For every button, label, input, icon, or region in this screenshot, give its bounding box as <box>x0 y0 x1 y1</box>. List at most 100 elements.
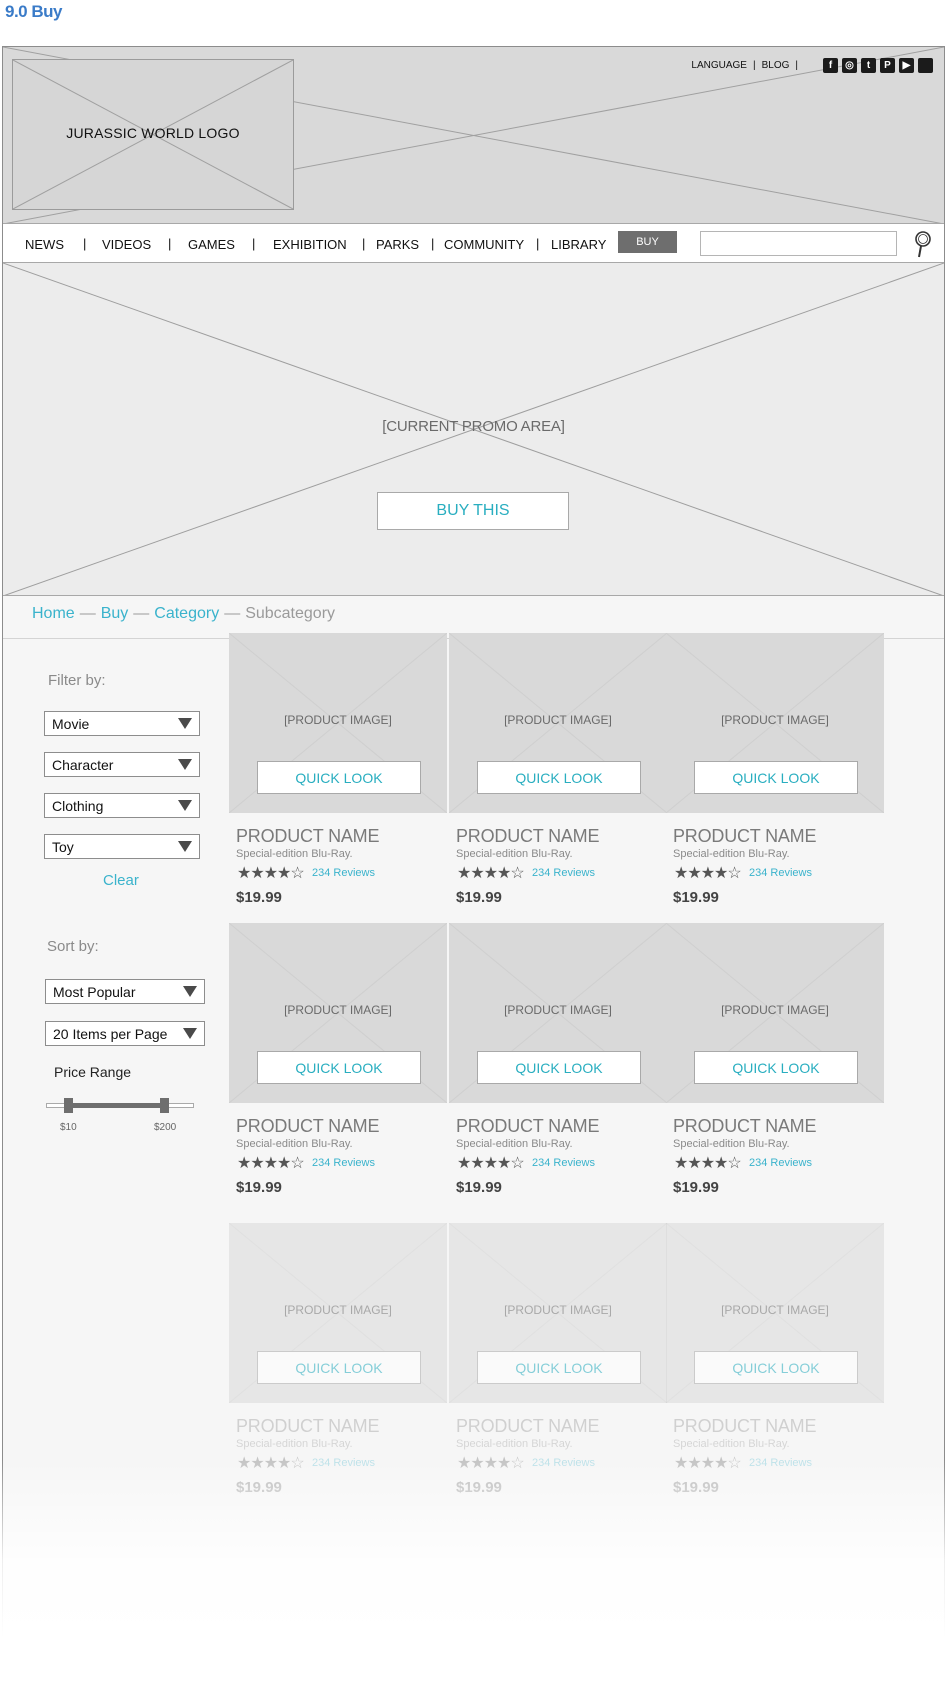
breadcrumb-home[interactable]: Home <box>32 605 75 622</box>
product-price: $19.99 <box>456 1479 502 1496</box>
sort-label: Sort by: <box>47 938 99 955</box>
social-icons: f ◎ t P ▶ <box>823 58 933 73</box>
pagination-next[interactable]: Next <box>614 1674 641 1682</box>
nav-item-news[interactable]: NEWS <box>25 237 64 252</box>
nav-item-buy[interactable]: BUY <box>618 231 677 253</box>
breadcrumb-current: Subcategory <box>245 605 336 622</box>
product-name[interactable]: PRODUCT NAME <box>673 1416 816 1437</box>
nav-separator: | <box>168 236 172 251</box>
youtube-icon[interactable]: ▶ <box>899 58 914 73</box>
nav-item-videos[interactable]: VIDEOS <box>102 237 151 252</box>
filter-clothing-select[interactable]: Clothing <box>44 793 200 818</box>
product-price: $19.99 <box>673 1479 719 1496</box>
reviews-link[interactable]: 234 Reviews <box>532 867 595 879</box>
pagination-prev[interactable]: Prev <box>458 1674 485 1682</box>
utility-links: LANGUAGE | BLOG | <box>691 60 798 71</box>
facebook-icon[interactable]: f <box>823 58 838 73</box>
quick-look-button[interactable]: QUICK LOOK <box>477 1351 641 1384</box>
tumblr-icon[interactable] <box>918 58 933 73</box>
product-image-placeholder[interactable]: [PRODUCT IMAGE] QUICK LOOK <box>666 633 884 813</box>
logo-text: JURASSIC WORLD LOGO <box>66 124 240 141</box>
pinterest-icon[interactable]: P <box>880 58 895 73</box>
product-image-placeholder[interactable]: [PRODUCT IMAGE] QUICK LOOK <box>229 633 447 813</box>
product-price: $19.99 <box>456 889 502 906</box>
product-price: $19.99 <box>236 1479 282 1496</box>
caret-down-icon <box>183 1028 197 1039</box>
product-description: Special-edition Blu-Ray. <box>456 1138 573 1150</box>
product-name[interactable]: PRODUCT NAME <box>456 1116 599 1137</box>
quick-look-button[interactable]: QUICK LOOK <box>257 1051 421 1084</box>
quick-look-button[interactable]: QUICK LOOK <box>257 761 421 794</box>
product-image-placeholder[interactable]: [PRODUCT IMAGE] QUICK LOOK <box>666 923 884 1103</box>
pagination-page[interactable]: 2 <box>532 1674 539 1682</box>
product-name[interactable]: PRODUCT NAME <box>236 1116 379 1137</box>
search-input[interactable] <box>700 231 897 256</box>
product-name[interactable]: PRODUCT NAME <box>456 1416 599 1437</box>
reviews-link[interactable]: 234 Reviews <box>312 867 375 879</box>
blog-link[interactable]: BLOG <box>762 60 790 71</box>
nav-item-games[interactable]: GAMES <box>188 237 235 252</box>
product-name[interactable]: PRODUCT NAME <box>236 1416 379 1437</box>
reviews-link[interactable]: 234 Reviews <box>532 1457 595 1469</box>
caret-down-icon <box>178 800 192 811</box>
twitter-icon[interactable]: t <box>861 58 876 73</box>
star-rating-icon: ★★★★☆ <box>674 1155 742 1172</box>
reviews-link[interactable]: 234 Reviews <box>312 1157 375 1169</box>
reviews-link[interactable]: 234 Reviews <box>532 1157 595 1169</box>
nav-item-community[interactable]: COMMUNITY <box>444 237 524 252</box>
pagination-page[interactable]: 4 <box>586 1674 593 1682</box>
nav-separator: | <box>83 236 87 251</box>
product-name[interactable]: PRODUCT NAME <box>673 826 816 847</box>
instagram-icon[interactable]: ◎ <box>842 58 857 73</box>
items-per-page-select[interactable]: 20 Items per Page <box>45 1021 205 1046</box>
filter-movie-select[interactable]: Movie <box>44 711 200 736</box>
quick-look-button[interactable]: QUICK LOOK <box>694 1051 858 1084</box>
product-image-placeholder[interactable]: [PRODUCT IMAGE] QUICK LOOK <box>449 923 667 1103</box>
product-name[interactable]: PRODUCT NAME <box>456 826 599 847</box>
product-image-label: [PRODUCT IMAGE] <box>721 1003 829 1017</box>
reviews-link[interactable]: 234 Reviews <box>749 1157 812 1169</box>
breadcrumb-separator: — <box>224 605 241 622</box>
sort-select[interactable]: Most Popular <box>45 979 205 1004</box>
nav-item-library[interactable]: LIBRARY <box>551 237 606 252</box>
reviews-link[interactable]: 234 Reviews <box>749 1457 812 1469</box>
reviews-link[interactable]: 234 Reviews <box>749 867 812 879</box>
pagination-page[interactable]: 1 <box>505 1674 512 1682</box>
select-value: Clothing <box>52 797 104 814</box>
star-rating-icon: ★★★★☆ <box>457 1155 525 1172</box>
product-name[interactable]: PRODUCT NAME <box>236 826 379 847</box>
product-image-placeholder[interactable]: [PRODUCT IMAGE] QUICK LOOK <box>666 1223 884 1403</box>
promo-area: [CURRENT PROMO AREA] BUY THIS <box>3 263 944 596</box>
breadcrumb-separator: — <box>133 605 150 622</box>
price-min-handle[interactable] <box>64 1098 74 1113</box>
search-icon[interactable] <box>913 230 933 258</box>
breadcrumb-buy[interactable]: Buy <box>101 605 129 622</box>
product-image-placeholder[interactable]: [PRODUCT IMAGE] QUICK LOOK <box>449 633 667 813</box>
quick-look-button[interactable]: QUICK LOOK <box>477 1051 641 1084</box>
filter-toy-select[interactable]: Toy <box>44 834 200 859</box>
quick-look-button[interactable]: QUICK LOOK <box>477 761 641 794</box>
clear-filters-link[interactable]: Clear <box>103 872 139 889</box>
breadcrumb-category[interactable]: Category <box>154 605 219 622</box>
product-name[interactable]: PRODUCT NAME <box>673 1116 816 1137</box>
pagination-page[interactable]: 3 <box>559 1674 566 1682</box>
quick-look-button[interactable]: QUICK LOOK <box>694 761 858 794</box>
language-link[interactable]: LANGUAGE <box>691 60 747 71</box>
star-rating-icon: ★★★★☆ <box>457 1455 525 1472</box>
reviews-link[interactable]: 234 Reviews <box>312 1457 375 1469</box>
nav-item-exhibition[interactable]: EXHIBITION <box>273 237 347 252</box>
quick-look-button[interactable]: QUICK LOOK <box>694 1351 858 1384</box>
nav-item-parks[interactable]: PARKS <box>376 237 419 252</box>
breadcrumb-separator: — <box>79 605 96 622</box>
quick-look-button[interactable]: QUICK LOOK <box>257 1351 421 1384</box>
price-max-handle[interactable] <box>160 1098 170 1113</box>
nav-separator: | <box>252 236 256 251</box>
star-rating-icon: ★★★★☆ <box>674 1455 742 1472</box>
filter-character-select[interactable]: Character <box>44 752 200 777</box>
buy-this-button[interactable]: BUY THIS <box>377 492 569 530</box>
product-image-placeholder[interactable]: [PRODUCT IMAGE] QUICK LOOK <box>229 1223 447 1403</box>
pagination-view-all[interactable]: View All <box>684 1674 729 1682</box>
logo-placeholder[interactable]: JURASSIC WORLD LOGO <box>12 59 294 210</box>
product-image-placeholder[interactable]: [PRODUCT IMAGE] QUICK LOOK <box>449 1223 667 1403</box>
product-image-placeholder[interactable]: [PRODUCT IMAGE] QUICK LOOK <box>229 923 447 1103</box>
